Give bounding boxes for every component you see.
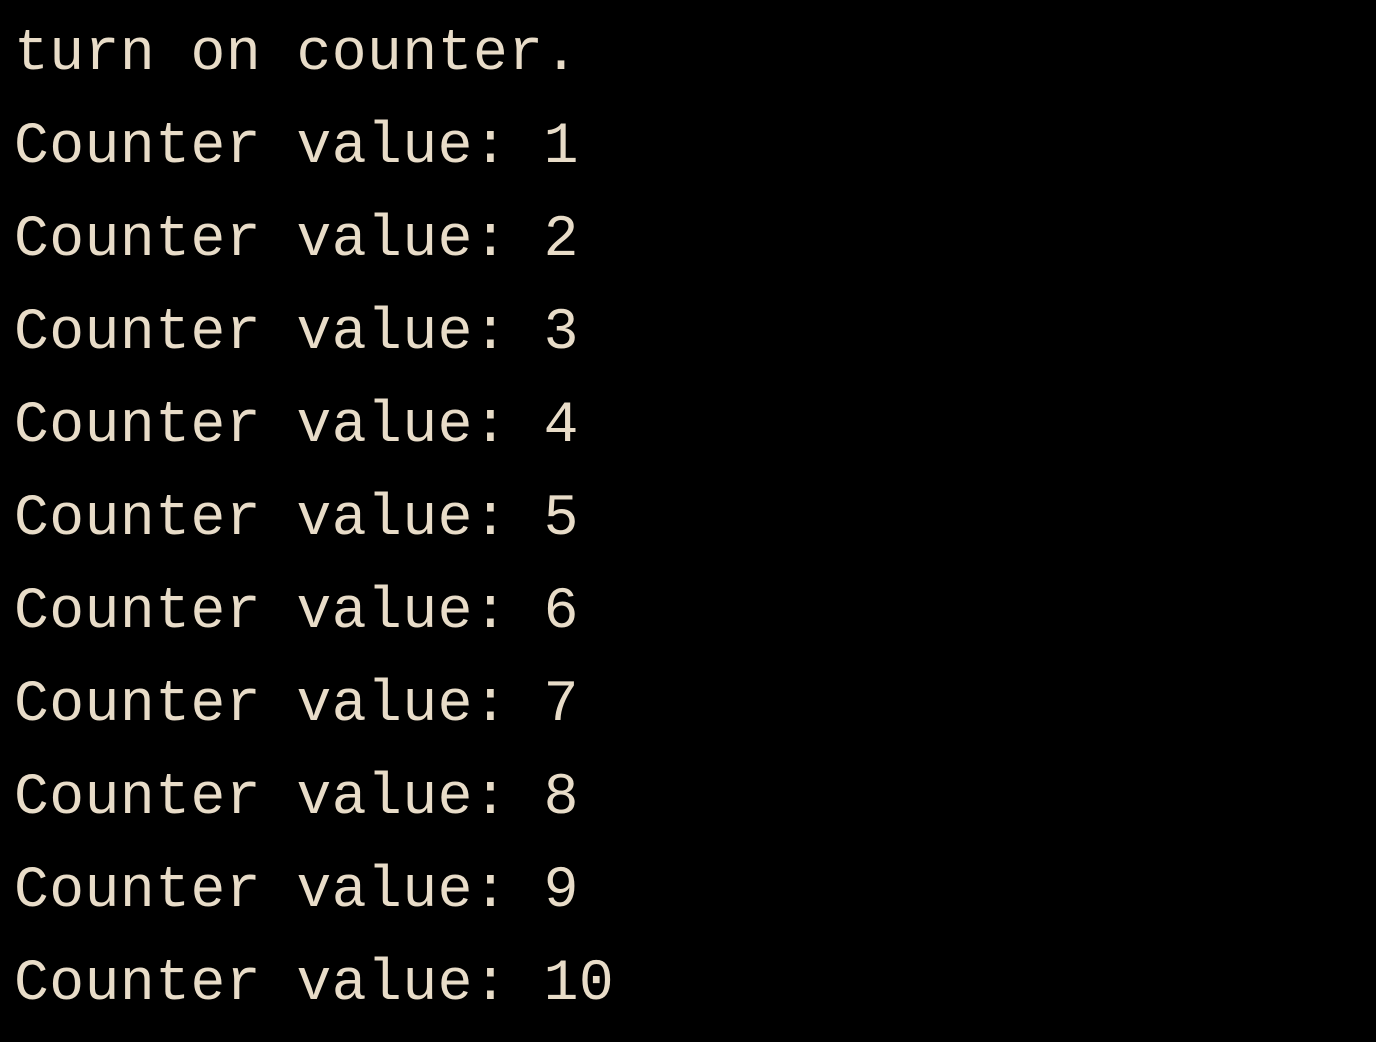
terminal-line: Counter value: 4 [14,380,1376,473]
terminal-line: Counter value: 3 [14,287,1376,380]
terminal-line: Counter value: 5 [14,473,1376,566]
terminal-line: Counter value: 8 [14,752,1376,845]
terminal-line: Counter value: 2 [14,194,1376,287]
terminal-line: Counter value: 9 [14,845,1376,938]
terminal-line: turn on counter. [14,8,1376,101]
terminal-output: turn on counter. Counter value: 1 Counte… [14,8,1376,1031]
terminal-line: Counter value: 6 [14,566,1376,659]
terminal-line: Counter value: 1 [14,101,1376,194]
terminal-line: Counter value: 10 [14,938,1376,1031]
terminal-line: Counter value: 7 [14,659,1376,752]
